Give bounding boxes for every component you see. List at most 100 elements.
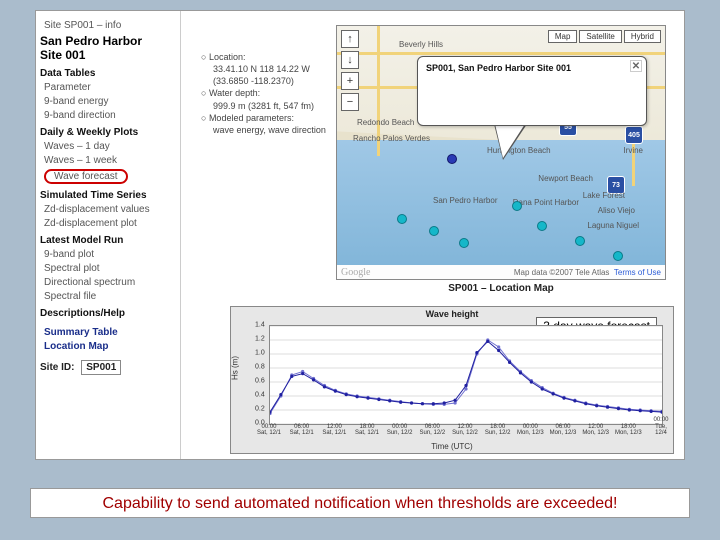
map-info-bubble: SP001, San Pedro Harbor Site 001 ✕	[417, 56, 647, 126]
chart-xlabel: Time (UTC)	[231, 442, 673, 451]
map-zoom-in-icon[interactable]: +	[341, 72, 359, 90]
item-spectral-plot[interactable]: Spectral plot	[44, 263, 176, 274]
hd-data-tables: Data Tables	[40, 68, 176, 79]
chart-xtick: 00:00Tue, 12/4	[653, 417, 668, 437]
chart-ylabel: Hs (m)	[231, 356, 240, 380]
info-depth: 999.9 m (3281 ft, 547 fm)	[213, 100, 326, 112]
bubble-close-icon[interactable]: ✕	[630, 60, 642, 72]
info-depth-hd: Water depth:	[201, 87, 326, 99]
station-dot[interactable]	[575, 236, 585, 246]
google-logo: Google	[341, 267, 370, 278]
item-spectral-file[interactable]: Spectral file	[44, 291, 176, 302]
info-model: wave energy, wave direction	[213, 124, 326, 136]
station-dot[interactable]	[537, 221, 547, 231]
hd-desc[interactable]: Descriptions/Help	[40, 308, 176, 319]
chart-ytick: 0.2	[255, 406, 265, 413]
siteid-label: Site ID:	[40, 362, 74, 373]
hd-model: Latest Model Run	[40, 235, 176, 246]
sidebar: Site SP001 – info San Pedro HarborSite 0…	[36, 11, 181, 459]
chart-ytick: 0.8	[255, 364, 265, 371]
location-map[interactable]: 405 22 55 73 Beverly Hills Redondo Beach…	[336, 25, 666, 280]
notification-banner: Capability to send automated notificatio…	[30, 488, 690, 518]
map-type-satellite[interactable]: Satellite	[579, 30, 621, 43]
station-dot-selected[interactable]	[447, 154, 457, 164]
chart-ytick: 0.4	[255, 392, 265, 399]
item-parameter[interactable]: Parameter	[44, 82, 176, 93]
chart-plot-area	[269, 325, 663, 425]
wave-forecast-label: Wave forecast	[44, 169, 128, 184]
item-waves-1week[interactable]: Waves – 1 week	[44, 155, 176, 166]
city-rpv: Rancho Palos Verdes	[353, 134, 430, 143]
chart-xtick: 00:00Sun, 12/2	[387, 424, 413, 437]
chart-xtick: 12:00Mon, 12/3	[582, 424, 609, 437]
hwy-shield-405: 405	[625, 126, 643, 144]
city-redondo: Redondo Beach	[357, 118, 414, 127]
map-nav-controls: ↑ ↓ + −	[341, 30, 359, 114]
bubble-text: SP001, San Pedro Harbor Site 001	[426, 63, 571, 73]
station-dot[interactable]	[512, 201, 522, 211]
map-zoom-out-icon[interactable]: −	[341, 93, 359, 111]
chart-xtick: 18:00Mon, 12/3	[615, 424, 642, 437]
chart-xtick: 06:00Sat, 12/1	[290, 424, 314, 437]
site-info-bullets: Location: 33.41.10 N 118 14.22 W (33.685…	[201, 51, 326, 136]
wave-height-chart: Wave height 3 day wave forecast Hs (m) T…	[230, 306, 674, 454]
road	[337, 52, 665, 55]
city-lake: Lake Forest	[583, 191, 625, 200]
siteid-row: Site ID: SP001	[40, 360, 176, 375]
map-terms-link[interactable]: Terms of Use	[614, 268, 661, 277]
chart-xtick: 18:00Sat, 12/1	[355, 424, 379, 437]
map-type-map[interactable]: Map	[548, 30, 578, 43]
city-dana: Dana Point Harbor	[513, 198, 579, 207]
link-location-map[interactable]: Location Map	[44, 341, 176, 352]
map-pan-down-icon[interactable]: ↓	[341, 51, 359, 69]
city-laguna: Laguna Niguel	[587, 221, 639, 230]
callout-tail	[495, 124, 525, 158]
link-summary-table[interactable]: Summary Table	[44, 327, 176, 338]
item-dir-spectrum[interactable]: Directional spectrum	[44, 277, 176, 288]
site-info-label: Site SP001 – info	[44, 20, 176, 31]
chart-ytick: 1.2	[255, 336, 265, 343]
item-zd-plot[interactable]: Zd-displacement plot	[44, 218, 176, 229]
chart-xtick: 06:00Sun, 12/2	[419, 424, 445, 437]
site-title: San Pedro HarborSite 001	[40, 34, 176, 62]
map-type-buttons: Map Satellite Hybrid	[548, 30, 661, 43]
item-wave-forecast[interactable]: Wave forecast	[44, 169, 176, 184]
chart-svg	[270, 326, 662, 424]
city-newport: Newport Beach	[538, 174, 593, 183]
item-zd-values[interactable]: Zd-displacement values	[44, 204, 176, 215]
chart-xtick: 12:00Sun, 12/2	[452, 424, 478, 437]
info-latdec: (33.6850 -118.2370)	[213, 75, 326, 87]
chart-xtick: 12:00Sat, 12/1	[322, 424, 346, 437]
station-dot[interactable]	[429, 226, 439, 236]
chart-xtick: 06:00Mon, 12/3	[550, 424, 577, 437]
item-9band-energy[interactable]: 9-band energy	[44, 96, 176, 107]
map-type-hybrid[interactable]: Hybrid	[624, 30, 661, 43]
chart-xtick: 00:00Sat, 12/1	[257, 424, 281, 437]
hd-sim: Simulated Time Series	[40, 190, 176, 201]
chart-ytick: 1.0	[255, 350, 265, 357]
city-aliso: Aliso Viejo	[598, 206, 635, 215]
map-caption: SP001 – Location Map	[336, 283, 666, 294]
city-irvine: Irvine	[623, 146, 643, 155]
item-9band-direction[interactable]: 9-band direction	[44, 110, 176, 121]
chart-ytick: 0.6	[255, 378, 265, 385]
chart-ytick: 1.4	[255, 322, 265, 329]
map-pan-up-icon[interactable]: ↑	[341, 30, 359, 48]
info-model-hd: Modeled parameters:	[201, 112, 326, 124]
siteid-value: SP001	[86, 362, 116, 373]
hd-plots: Daily & Weekly Plots	[40, 127, 176, 138]
station-dot[interactable]	[613, 251, 623, 261]
chart-xtick: 00:00Mon, 12/3	[517, 424, 544, 437]
item-9band-plot[interactable]: 9-band plot	[44, 249, 176, 260]
city-sanpedro: San Pedro Harbor	[433, 196, 497, 205]
station-dot[interactable]	[397, 214, 407, 224]
map-attribution: Map data ©2007 Tele Atlas	[514, 268, 610, 277]
item-waves-1day[interactable]: Waves – 1 day	[44, 141, 176, 152]
chart-xtick: 18:00Sun, 12/2	[485, 424, 511, 437]
map-footer: Google Map data ©2007 Tele Atlas Terms o…	[337, 265, 665, 279]
station-dot[interactable]	[459, 238, 469, 248]
siteid-select[interactable]: SP001	[81, 360, 121, 375]
info-lat: 33.41.10 N 118 14.22 W	[213, 63, 326, 75]
city-beverly: Beverly Hills	[399, 40, 443, 49]
info-loc-hd: Location:	[201, 51, 326, 63]
